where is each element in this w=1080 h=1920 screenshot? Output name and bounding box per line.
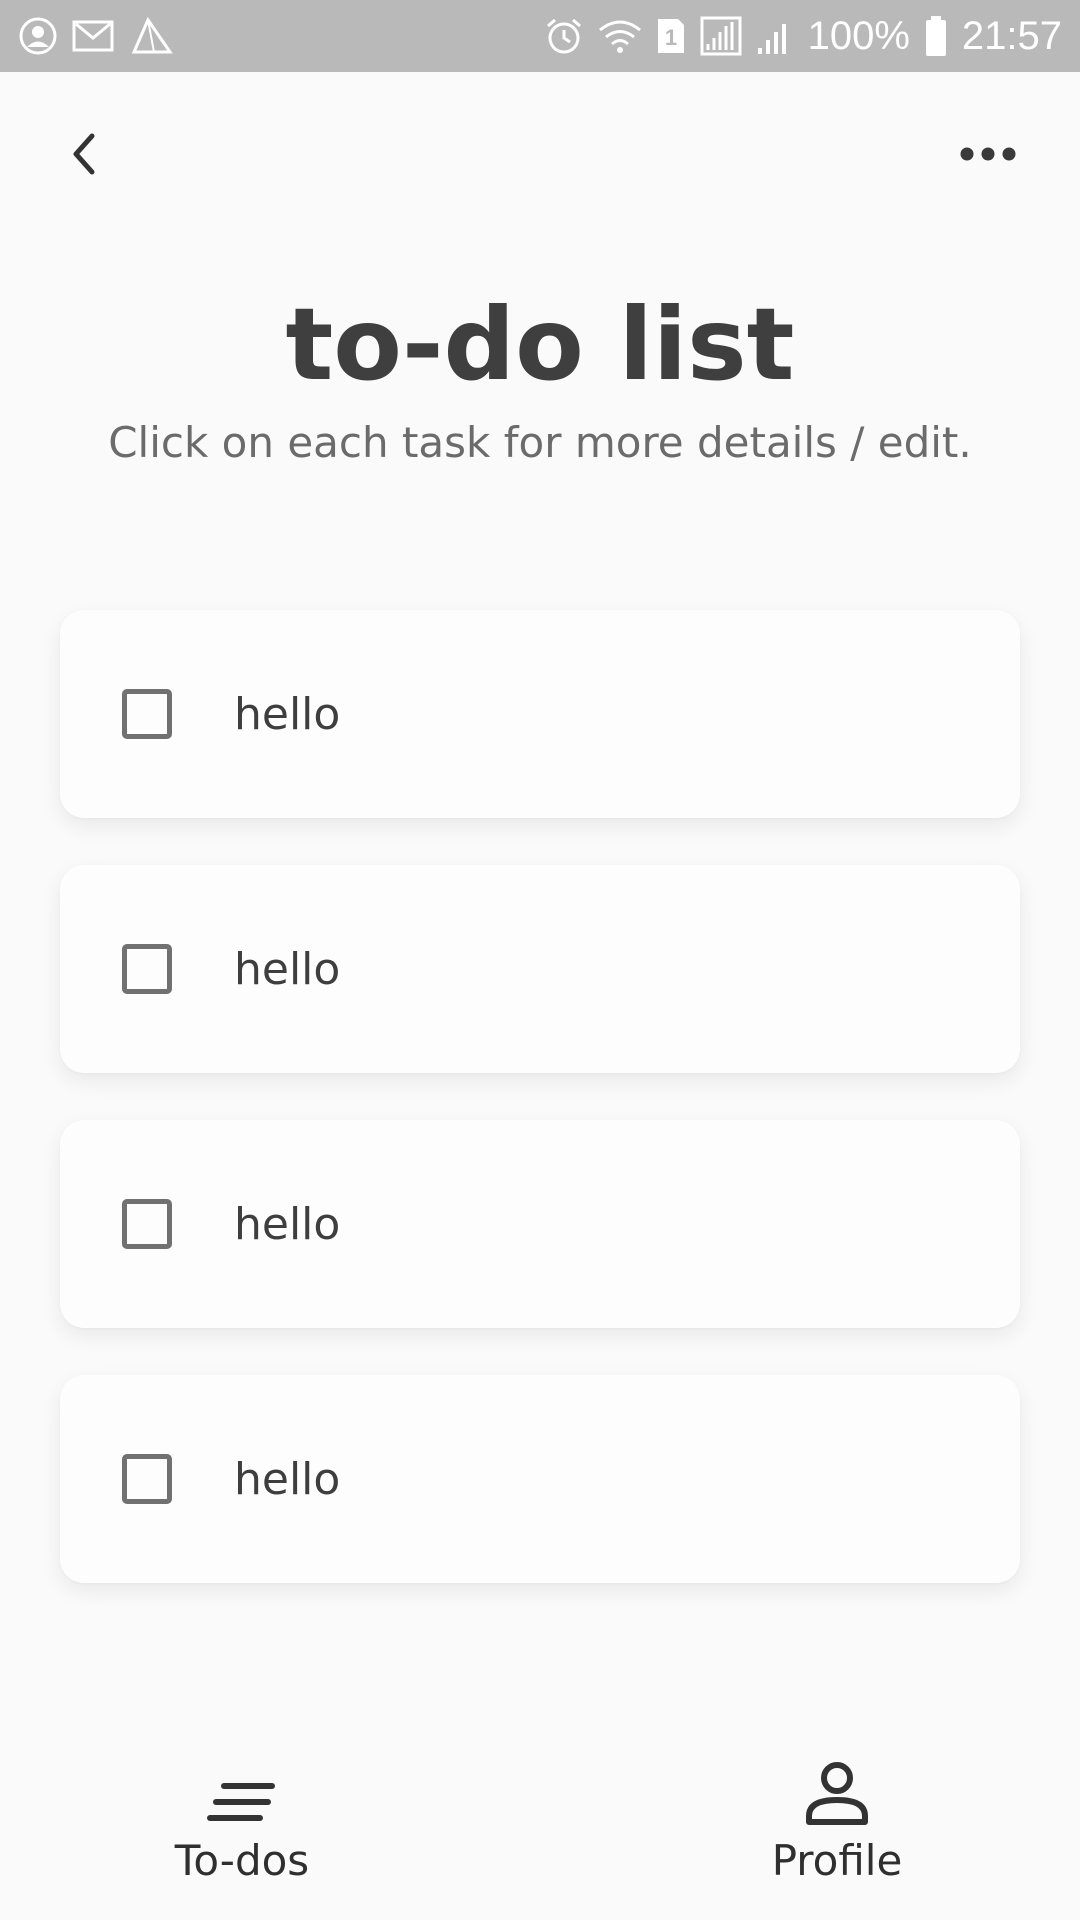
battery-icon (924, 15, 948, 57)
battery-percentage: 100% (807, 13, 910, 58)
nav-todos-label: To-dos (174, 1836, 310, 1885)
task-label: hello (234, 688, 341, 740)
person-icon (804, 1740, 870, 1826)
mail-icon (72, 18, 116, 54)
paper-plane-icon (130, 16, 174, 56)
page-subtitle: Click on each task for more details / ed… (108, 418, 972, 467)
task-label: hello (234, 1198, 341, 1250)
task-list: hello hello hello hello (60, 610, 1020, 1630)
top-bar (0, 72, 1080, 242)
svg-text:1: 1 (664, 25, 676, 50)
more-options-button[interactable] (948, 124, 1028, 188)
more-horizontal-icon (958, 144, 1018, 168)
page-title-text: to-do list (285, 286, 795, 403)
header: to-do list (0, 285, 1080, 405)
nav-profile-label: Profile (771, 1836, 903, 1885)
sim-1-icon: 1 (656, 17, 686, 55)
status-bar: 1 100% 21:57 (0, 0, 1080, 72)
task-label: hello (234, 943, 341, 995)
task-item[interactable]: hello (60, 865, 1020, 1073)
task-checkbox[interactable] (122, 1199, 172, 1249)
account-circle-icon (18, 16, 58, 56)
back-button[interactable] (52, 124, 116, 188)
status-bar-left (18, 16, 174, 56)
list-icon (206, 1740, 278, 1826)
page-title: to-do list (285, 285, 801, 405)
task-label: hello (234, 1453, 341, 1505)
task-item[interactable]: hello (60, 1375, 1020, 1583)
chevron-left-icon (64, 130, 104, 182)
signal-weak-icon (756, 16, 794, 56)
bottom-navigation: To-dos Profile (0, 1740, 1080, 1920)
task-checkbox[interactable] (122, 1454, 172, 1504)
nav-profile[interactable]: Profile (707, 1740, 967, 1920)
alarm-icon (544, 16, 584, 56)
signal-icon (700, 16, 742, 56)
clock: 21:57 (961, 13, 1062, 58)
nav-todos[interactable]: To-dos (112, 1740, 372, 1920)
status-bar-right: 1 100% 21:57 (544, 14, 1062, 59)
task-checkbox[interactable] (122, 689, 172, 739)
wifi-icon (598, 18, 642, 54)
task-item[interactable]: hello (60, 610, 1020, 818)
task-item[interactable]: hello (60, 1120, 1020, 1328)
task-checkbox[interactable] (122, 944, 172, 994)
